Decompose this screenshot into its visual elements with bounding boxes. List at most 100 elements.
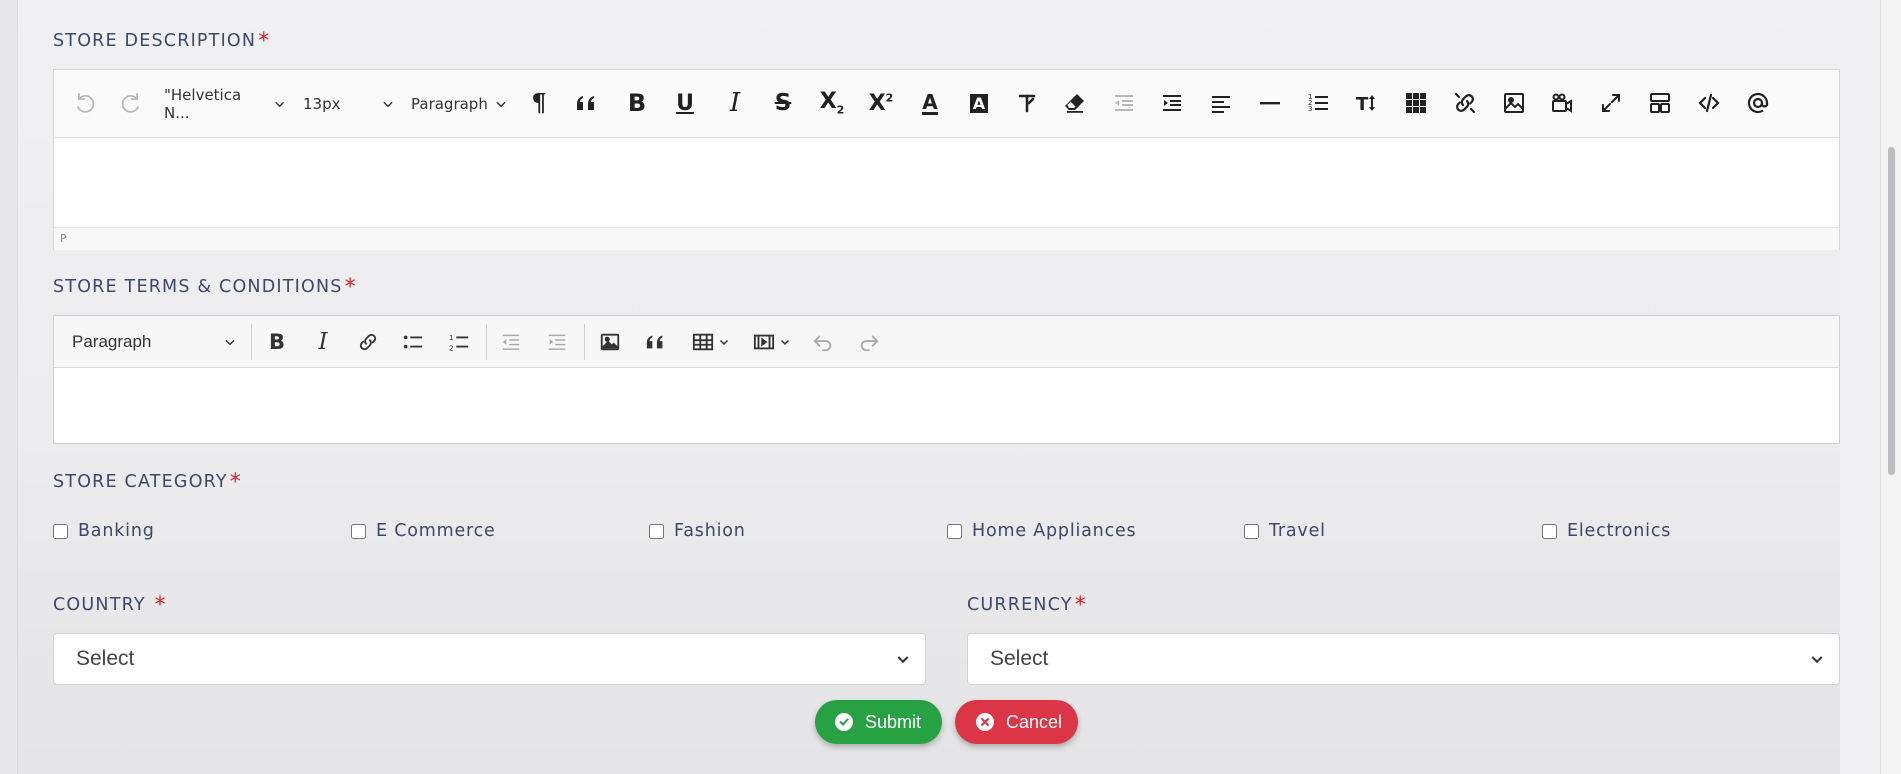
- check-circle-icon: [835, 713, 853, 731]
- block-format-select[interactable]: Paragraph: [411, 92, 513, 116]
- category-label: Fashion: [674, 521, 746, 541]
- redo-icon[interactable]: [115, 86, 149, 120]
- country-select[interactable]: Select: [53, 633, 926, 685]
- image-icon[interactable]: [594, 326, 626, 358]
- category-checkbox-e-commerce[interactable]: [351, 523, 366, 539]
- category-option-fashion[interactable]: Fashion: [649, 521, 746, 541]
- category-label: Electronics: [1567, 521, 1672, 541]
- heading-select[interactable]: Paragraph: [72, 332, 237, 352]
- page-left-edge: [0, 0, 18, 774]
- editor-toolbar: Paragraph B I 12: [54, 316, 1839, 368]
- category-label: Home Appliances: [972, 521, 1137, 541]
- outdent-icon[interactable]: [1107, 86, 1141, 120]
- line-height-icon[interactable]: T: [1350, 86, 1384, 120]
- toolbar-separator: [251, 324, 252, 360]
- vertical-scrollbar[interactable]: [1880, 0, 1901, 774]
- store-terms-label-text: STORE TERMS & CONDITIONS: [53, 277, 343, 297]
- cancel-button-label: Cancel: [1006, 711, 1063, 732]
- template-icon[interactable]: [1643, 86, 1677, 120]
- category-option-electronics[interactable]: Electronics: [1542, 521, 1671, 541]
- underline-icon[interactable]: U: [668, 86, 702, 120]
- fullscreen-icon[interactable]: [1594, 86, 1628, 120]
- bold-icon[interactable]: B: [620, 86, 654, 120]
- store-terms-label: STORE TERMS & CONDITIONS*: [53, 273, 357, 300]
- clear-format-icon[interactable]: [1010, 86, 1044, 120]
- scrollbar-thumb[interactable]: [1888, 147, 1895, 475]
- text-color-icon[interactable]: A: [913, 86, 947, 120]
- category-checkbox-travel[interactable]: [1244, 523, 1259, 539]
- store-category-label: STORE CATEGORY*: [53, 468, 242, 495]
- store-terms-content[interactable]: [54, 368, 1839, 444]
- svg-text:2: 2: [449, 343, 454, 352]
- outdent-icon[interactable]: [495, 326, 527, 358]
- blockquote-icon[interactable]: [640, 326, 672, 358]
- video-icon[interactable]: [1545, 86, 1579, 120]
- category-option-home-appliances[interactable]: Home Appliances: [947, 521, 1136, 541]
- undo-icon[interactable]: [67, 86, 101, 120]
- svg-text:1: 1: [449, 333, 454, 342]
- chevron-down-icon: [496, 101, 506, 108]
- pilcrow-icon[interactable]: ¶: [522, 86, 556, 120]
- unlink-icon[interactable]: [1448, 86, 1482, 120]
- country-select-value: Select: [76, 647, 135, 670]
- svg-text:T: T: [1356, 94, 1369, 115]
- code-view-icon[interactable]: [1692, 86, 1726, 120]
- font-family-select[interactable]: "Helvetica N...: [164, 86, 286, 122]
- currency-label-text: CURRENCY: [967, 595, 1073, 615]
- align-left-icon[interactable]: [1204, 86, 1238, 120]
- strikethrough-icon[interactable]: S: [766, 86, 800, 120]
- table-icon[interactable]: [686, 326, 736, 358]
- table-grid-icon[interactable]: [1399, 86, 1433, 120]
- country-label-text: COUNTRY: [53, 595, 146, 615]
- toolbar-separator: [584, 324, 585, 360]
- link-icon[interactable]: [352, 326, 384, 358]
- store-description-content[interactable]: [54, 138, 1839, 227]
- image-icon[interactable]: [1497, 86, 1531, 120]
- bulleted-list-icon[interactable]: [397, 326, 429, 358]
- category-option-e-commerce[interactable]: E Commerce: [351, 521, 496, 541]
- submit-button[interactable]: Submit: [815, 700, 942, 744]
- background-color-icon[interactable]: A: [962, 86, 996, 120]
- ordered-list-icon[interactable]: 123: [1301, 86, 1335, 120]
- category-checkbox-home-appliances[interactable]: [947, 523, 962, 539]
- heading-select-value: Paragraph: [72, 332, 152, 351]
- font-family-value: "Helvetica N...: [164, 86, 242, 122]
- category-label: E Commerce: [376, 521, 496, 541]
- block-format-value: Paragraph: [411, 95, 488, 113]
- toolbar-separator: [486, 324, 487, 360]
- font-size-select[interactable]: 13px: [303, 92, 395, 116]
- category-checkbox-fashion[interactable]: [649, 523, 664, 539]
- italic-icon[interactable]: I: [718, 86, 752, 120]
- close-circle-icon: [976, 713, 994, 731]
- category-option-travel[interactable]: Travel: [1244, 521, 1326, 541]
- chevron-down-icon: [383, 101, 393, 108]
- editor-toolbar: "Helvetica N... 13px Paragraph ¶ B U I S…: [54, 70, 1839, 138]
- currency-select-value: Select: [990, 647, 1049, 670]
- required-mark: *: [344, 275, 357, 300]
- eraser-icon[interactable]: [1058, 86, 1092, 120]
- chevron-down-icon: [897, 656, 909, 664]
- superscript-icon[interactable]: X2: [864, 86, 898, 120]
- media-embed-icon[interactable]: [747, 326, 797, 358]
- redo-icon[interactable]: [853, 326, 885, 358]
- undo-icon[interactable]: [807, 326, 839, 358]
- blockquote-icon[interactable]: [570, 86, 604, 120]
- bold-icon[interactable]: B: [261, 326, 293, 358]
- category-option-banking[interactable]: Banking: [53, 521, 155, 541]
- subscript-icon[interactable]: X2: [815, 86, 849, 120]
- mention-icon[interactable]: [1741, 86, 1775, 120]
- store-terms-editor: Paragraph B I 12: [53, 315, 1840, 444]
- horizontal-rule-icon[interactable]: [1253, 86, 1287, 120]
- indent-icon[interactable]: [541, 326, 573, 358]
- store-description-label-text: STORE DESCRIPTION: [53, 31, 257, 51]
- category-checkbox-banking[interactable]: [53, 523, 68, 539]
- italic-icon[interactable]: I: [307, 326, 339, 358]
- currency-select[interactable]: Select: [967, 633, 1840, 685]
- numbered-list-icon[interactable]: 12: [443, 326, 475, 358]
- cancel-button[interactable]: Cancel: [955, 700, 1078, 744]
- indent-icon[interactable]: [1155, 86, 1189, 120]
- font-size-value: 13px: [303, 95, 341, 113]
- svg-text:3: 3: [1308, 105, 1312, 113]
- category-checkbox-electronics[interactable]: [1542, 523, 1557, 539]
- editor-status-path: P: [54, 227, 1839, 250]
